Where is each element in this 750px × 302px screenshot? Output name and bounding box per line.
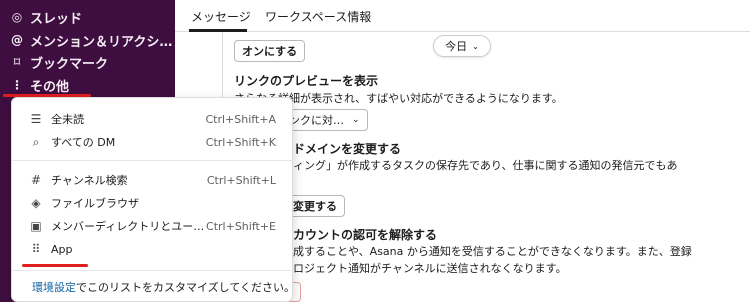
sidebar-item-threads[interactable]: ◎ スレッド	[10, 7, 82, 27]
active-tab-indicator	[189, 29, 247, 32]
date-jump-button[interactable]: 今日 ⌄	[433, 35, 491, 57]
revoke-description-line2: ロジェクト通知がチャンネルに送信されなくなります。	[293, 262, 567, 275]
member-directory-icon: ▣	[30, 219, 42, 233]
today-label: 今日	[445, 40, 468, 53]
select-value: ンクに対…	[289, 114, 344, 127]
menu-footer: 環境設定でこのリストをカスタマイズしてください。	[32, 279, 295, 295]
revoke-heading: カウントの認可を解除する	[293, 228, 438, 242]
sidebar-item-label: その他	[30, 79, 70, 95]
sidebar-item-more[interactable]: ⋮ その他	[10, 75, 69, 95]
more-icon: ⋮	[11, 78, 23, 92]
file-browser-icon: ◈	[31, 196, 41, 210]
more-menu: ☰ 全未読 Ctrl+Shift+A ⌕ すべての DM Ctrl+Shift+…	[11, 97, 295, 302]
menu-item-label: ファイルブラウザ	[51, 197, 139, 210]
mention-icon: @	[11, 33, 23, 47]
bookmark-icon: ⌑	[13, 55, 21, 69]
menu-item-shortcut: Ctrl+Shift+L	[206, 173, 276, 187]
menu-item-member-directory[interactable]: ▣ メンバーディレクトリとユー… Ctrl+Shift+E	[12, 215, 294, 237]
change-domain-button[interactable]: 変更する	[285, 195, 345, 217]
menu-item-all-dms[interactable]: ⌕ すべての DM Ctrl+Shift+K	[12, 131, 294, 153]
domain-description: ィング」が作成するタスクの保存先であり、仕事に関する通知の発信元でもあ	[293, 159, 678, 172]
chevron-down-icon: ⌄	[352, 115, 360, 125]
menu-item-shortcut: Ctrl+Shift+K	[205, 135, 276, 149]
all-unread-icon: ☰	[30, 112, 42, 126]
menu-item-apps[interactable]: ⠿ App	[12, 238, 294, 260]
menu-separator	[12, 270, 294, 271]
revoke-description-line1: 成することや、Asana から通知を受信することができなくなります。また、登録	[293, 245, 692, 258]
tab-workspace-info[interactable]: ワークスペース情報	[265, 8, 371, 25]
menu-item-label: 全未読	[51, 113, 84, 126]
sidebar-item-label: スレッド	[30, 11, 83, 27]
chevron-down-icon: ⌄	[472, 41, 479, 51]
menu-item-channel-search[interactable]: # チャンネル検索 Ctrl+Shift+L	[12, 169, 294, 191]
menu-item-label: App	[51, 242, 73, 256]
menu-item-label: チャンネル検索	[51, 174, 128, 187]
link-preview-heading: リンクのプレビューを表示	[234, 74, 379, 88]
sidebar-item-label: メンション＆リアクシ…	[30, 34, 173, 50]
preferences-link[interactable]: 環境設定	[32, 281, 76, 294]
menu-item-label: すべての DM	[51, 136, 116, 149]
menu-item-shortcut: Ctrl+Shift+E	[206, 219, 276, 233]
dm-icon: ⌕	[32, 134, 40, 149]
menu-separator	[12, 160, 294, 161]
channel-search-icon: #	[30, 173, 42, 187]
menu-item-all-unread[interactable]: ☰ 全未読 Ctrl+Shift+A	[12, 108, 294, 130]
tab-bar: メッセージ ワークスペース情報	[175, 0, 750, 32]
menu-item-shortcut: Ctrl+Shift+A	[205, 112, 276, 126]
apps-icon: ⠿	[31, 242, 41, 256]
highlight-underline	[22, 264, 88, 267]
menu-item-label: メンバーディレクトリとユー…	[51, 220, 205, 233]
sidebar-item-label: ブックマーク	[30, 56, 109, 72]
sidebar-item-mentions[interactable]: @ メンション＆リアクシ…	[10, 30, 172, 50]
domain-heading: ドメインを変更する	[293, 142, 402, 156]
menu-item-file-browser[interactable]: ◈ ファイルブラウザ	[12, 192, 294, 214]
tab-messages[interactable]: メッセージ	[191, 8, 251, 25]
sidebar-item-bookmarks[interactable]: ⌑ ブックマーク	[10, 52, 108, 72]
threads-icon: ◎	[11, 10, 23, 24]
enable-button[interactable]: オンにする	[234, 40, 306, 62]
menu-footer-text: でこのリストをカスタマイズしてください。	[76, 281, 296, 294]
